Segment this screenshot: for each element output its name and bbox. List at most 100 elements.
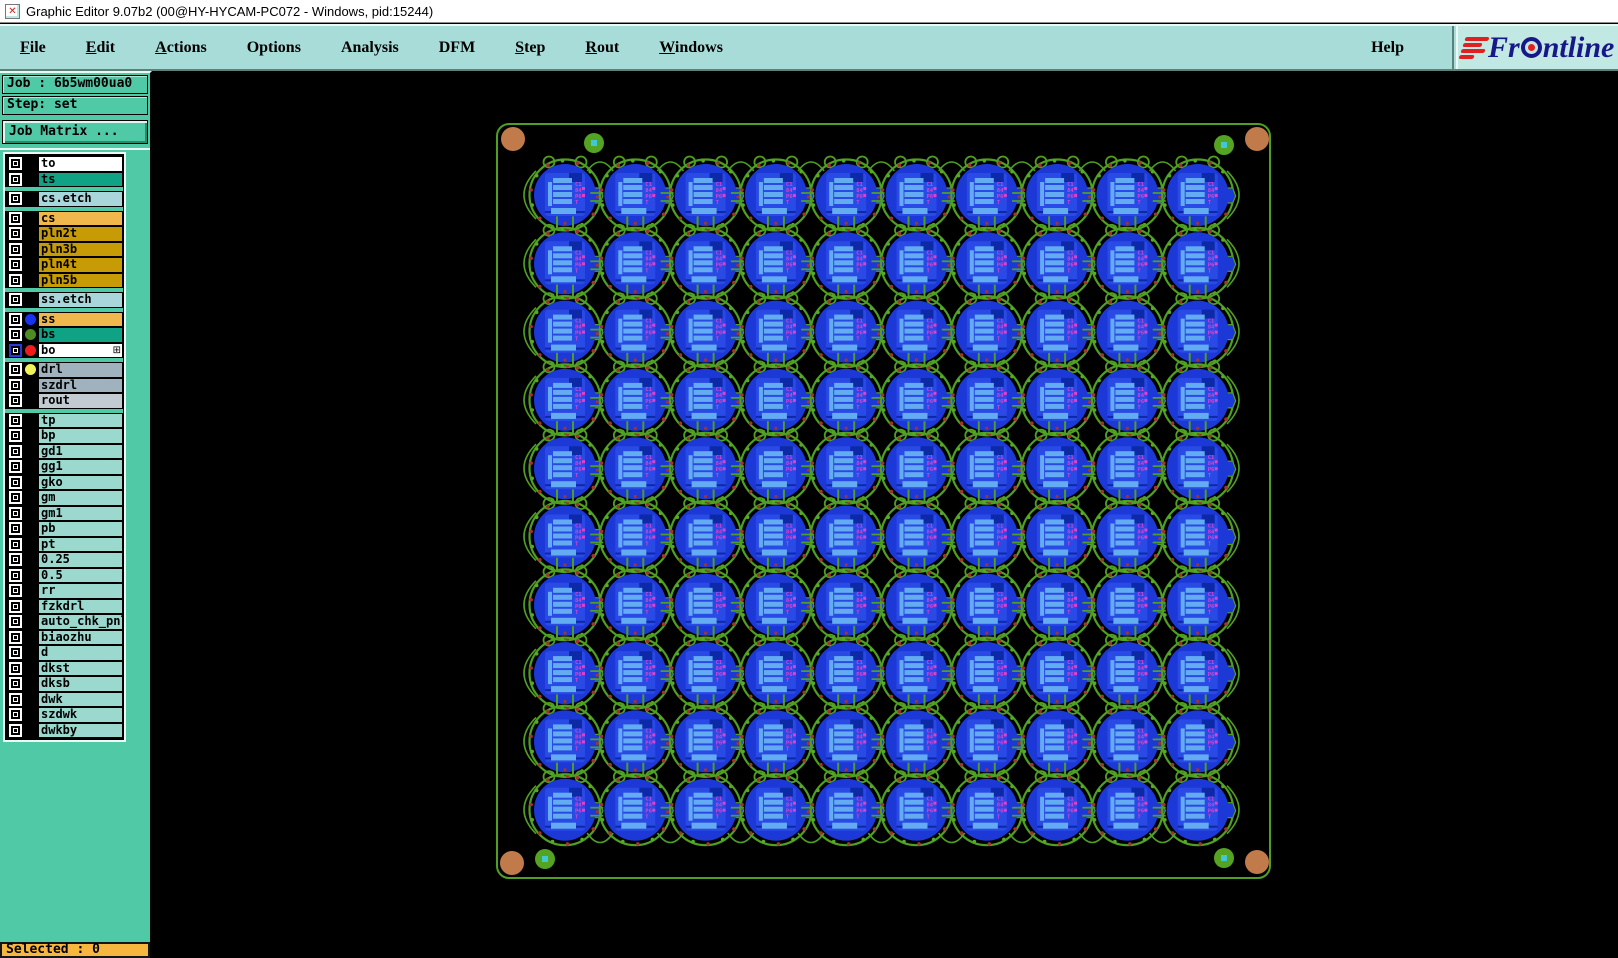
pcb-panel-drawing[interactable]: C184P6TC184P6TC184P6TC184P6TC184P6TC184P… [152,71,1618,958]
layer-row-dwkby[interactable]: dwkby [5,722,123,738]
layer-label-ts[interactable]: ts [38,171,123,187]
layer-checkbox-gd1[interactable] [9,444,22,458]
layer-label-fzkdrl[interactable]: fzkdrl [38,598,123,614]
layer-row-gg1[interactable]: gg1 [5,459,123,475]
layer-checkbox-pln2t[interactable] [9,227,22,241]
layer-label-dkst[interactable]: dkst [38,660,123,676]
layer-label-pln5b[interactable]: pln5b [38,272,123,288]
layer-label-szdrl[interactable]: szdrl [38,377,123,393]
layer-checkbox-bs[interactable] [9,328,22,342]
layer-label-dwkby[interactable]: dwkby [38,722,123,738]
layer-checkbox-dksb[interactable] [9,677,22,691]
layer-checkbox-pln5b[interactable] [9,273,22,287]
layer-label-tp[interactable]: tp [38,412,123,428]
layer-checkbox-fzkdrl[interactable] [9,599,22,613]
layer-label-gd1[interactable]: gd1 [38,443,123,459]
layer-row-cs[interactable]: cs [5,210,123,226]
layer-checkbox-szdwk[interactable] [9,708,22,722]
menu-edit[interactable]: Edit [66,39,135,57]
layer-label-0.25[interactable]: 0.25 [38,552,123,568]
layer-checkbox-gm1[interactable] [9,506,22,520]
layer-label-to[interactable]: to [38,156,123,172]
layer-row-bp[interactable]: bp [5,428,123,444]
layer-checkbox-cs.etch[interactable] [9,192,22,206]
board-canvas[interactable]: C1 84 P6 T C1 84 P6 T C1 84 P6 T C1 84 P6 T C1 84 P6 T C1 84 P… [152,71,1618,958]
layer-checkbox-pb[interactable] [9,522,22,536]
layer-row-fzkdrl[interactable]: fzkdrl [5,598,123,614]
layer-row-gm1[interactable]: gm1 [5,505,123,521]
layer-label-pln2t[interactable]: pln2t [38,226,123,242]
layer-row-gd1[interactable]: gd1 [5,443,123,459]
layer-checkbox-dwk[interactable] [9,692,22,706]
layer-row-gm[interactable]: gm [5,490,123,506]
layer-label-auto_chk_pnl[interactable]: auto_chk_pnl [38,614,123,630]
layer-label-gko[interactable]: gko [38,474,123,490]
layer-label-bp[interactable]: bp [38,428,123,444]
layer-checkbox-auto_chk_pnl[interactable] [9,615,22,629]
menu-step[interactable]: Step [495,39,565,57]
layer-label-rr[interactable]: rr [38,583,123,599]
layer-label-szdwk[interactable]: szdwk [38,707,123,723]
layer-checkbox-szdrl[interactable] [9,378,22,392]
layer-checkbox-tp[interactable] [9,413,22,427]
layer-row-szdwk[interactable]: szdwk [5,707,123,723]
layer-row-tp[interactable]: tp [5,412,123,428]
layer-row-biaozhu[interactable]: biaozhu [5,629,123,645]
menu-windows[interactable]: Windows [639,39,743,57]
layer-checkbox-ts[interactable] [9,172,22,186]
menu-actions[interactable]: Actions [135,39,227,57]
layer-row-ss.etch[interactable]: ss.etch [5,292,123,308]
layer-row-bs[interactable]: bs [5,327,123,343]
layer-row-pb[interactable]: pb [5,521,123,537]
layer-checkbox-bp[interactable] [9,429,22,443]
layer-row-0.25[interactable]: 0.25 [5,552,123,568]
layer-label-pb[interactable]: pb [38,521,123,537]
layer-row-drl[interactable]: drl [5,362,123,378]
menu-help[interactable]: Help [1351,39,1424,57]
layer-label-d[interactable]: d [38,645,123,661]
menu-options[interactable]: Options [227,39,321,57]
layer-row-rout[interactable]: rout [5,393,123,409]
layer-row-dkst[interactable]: dkst [5,660,123,676]
layer-row-d[interactable]: d [5,645,123,661]
layer-checkbox-rout[interactable] [9,394,22,408]
layer-row-to[interactable]: to [5,156,123,172]
layer-row-rr[interactable]: rr [5,583,123,599]
layer-row-pt[interactable]: pt [5,536,123,552]
layer-row-gko[interactable]: gko [5,474,123,490]
layer-row-cs.etch[interactable]: cs.etch [5,191,123,207]
layer-checkbox-dwkby[interactable] [9,723,22,737]
layer-label-ss.etch[interactable]: ss.etch [38,292,123,308]
layer-checkbox-d[interactable] [9,646,22,660]
layer-checkbox-gko[interactable] [9,475,22,489]
layer-checkbox-ss[interactable] [9,312,22,326]
layer-row-dwk[interactable]: dwk [5,691,123,707]
layer-row-bo[interactable]: bo ⊞ [5,342,123,358]
layer-label-dksb[interactable]: dksb [38,676,123,692]
layer-checkbox-pln4t[interactable] [9,258,22,272]
layer-row-pln3b[interactable]: pln3b [5,241,123,257]
layer-label-drl[interactable]: drl [38,362,123,378]
layer-checkbox-gg1[interactable] [9,460,22,474]
layer-label-gm[interactable]: gm [38,490,123,506]
layer-checkbox-cs[interactable] [9,211,22,225]
job-matrix-button[interactable]: Job Matrix ... [2,120,148,144]
layer-label-0.5[interactable]: 0.5 [38,567,123,583]
layer-row-dksb[interactable]: dksb [5,676,123,692]
layer-checkbox-0.25[interactable] [9,553,22,567]
layer-checkbox-pt[interactable] [9,537,22,551]
layer-label-rout[interactable]: rout [38,393,123,409]
layer-checkbox-gm[interactable] [9,491,22,505]
layer-label-gm1[interactable]: gm1 [38,505,123,521]
layer-label-biaozhu[interactable]: biaozhu [38,629,123,645]
layer-row-szdrl[interactable]: szdrl [5,377,123,393]
layer-label-pln4t[interactable]: pln4t [38,257,123,273]
layer-checkbox-drl[interactable] [9,363,22,377]
layer-row-0.5[interactable]: 0.5 [5,567,123,583]
layer-checkbox-bo[interactable] [9,343,22,357]
layer-checkbox-pln3b[interactable] [9,242,22,256]
layer-label-cs[interactable]: cs [38,210,123,226]
layer-row-pln2t[interactable]: pln2t [5,226,123,242]
layer-label-ss[interactable]: ss [38,311,123,327]
layer-row-pln5b[interactable]: pln5b [5,272,123,288]
